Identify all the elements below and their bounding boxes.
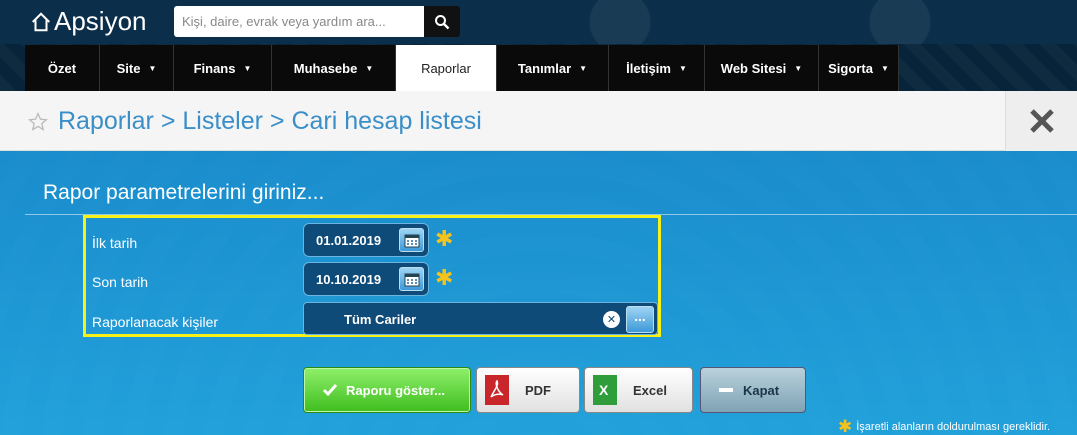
breadcrumb: Raporlar > Listeler > Cari hesap listesi [58, 107, 482, 135]
nav-label: Sigorta [828, 60, 873, 76]
required-note: ✱ İşaretli alanların doldurulması gerekl… [838, 417, 1050, 435]
nav-item-muhasebe[interactable]: Muhasebe ▼ [272, 45, 396, 91]
persons-label: Raporlanacak kişiler [92, 314, 219, 330]
start-date-value: 01.01.2019 [316, 232, 382, 248]
section-title: Rapor parametrelerini giriniz... [43, 181, 325, 204]
start-date-calendar-button[interactable] [399, 228, 424, 252]
end-date-label: Son tarih [92, 274, 149, 290]
calendar-icon [404, 234, 419, 247]
required-star-icon: ✱ [435, 265, 454, 290]
required-star-icon: ✱ [838, 417, 853, 435]
search-button[interactable] [424, 6, 460, 37]
nav-item-raporlar[interactable]: Raporlar [396, 45, 497, 91]
caret-down-icon: ▼ [579, 63, 588, 73]
caret-down-icon: ▼ [794, 63, 803, 73]
report-panel: Rapor parametrelerini giriniz... İlk tar… [0, 151, 1077, 435]
top-bar: Apsiyon [0, 0, 1077, 44]
show-report-label: Raporu göster... [346, 382, 445, 398]
excel-button[interactable]: X Excel [584, 367, 693, 413]
excel-label: Excel [633, 382, 667, 398]
svg-text:X: X [599, 382, 609, 398]
nav-label: Web Sitesi [720, 60, 787, 76]
pdf-label: PDF [525, 382, 551, 398]
parameter-box: İlk tarih 01.01.2019 ✱ Son tarih 10.10.2… [83, 215, 661, 337]
nav-label: Özet [47, 60, 77, 76]
nav-label: Muhasebe [293, 60, 358, 76]
required-star-icon: ✱ [435, 226, 454, 251]
close-icon [1029, 109, 1054, 133]
nav-label: Site [116, 60, 141, 76]
home-icon [32, 11, 50, 31]
app-logo[interactable]: Apsiyon [30, 6, 147, 37]
excel-icon: X [593, 375, 617, 405]
persons-value: Tüm Cariler [344, 312, 417, 327]
nav-item-web-sitesi[interactable]: Web Sitesi ▼ [705, 45, 819, 91]
nav-label: Finans [193, 60, 236, 76]
caret-down-icon: ▼ [243, 63, 252, 73]
clear-icon[interactable]: ✕ [603, 311, 620, 328]
end-date-field[interactable]: 10.10.2019 [303, 262, 429, 296]
star-icon[interactable] [28, 112, 48, 132]
search-input[interactable] [174, 6, 424, 37]
start-date-label: İlk tarih [92, 235, 138, 251]
close-label: Kapat [743, 382, 780, 398]
nav-item-iletisim[interactable]: İletişim ▼ [609, 45, 705, 91]
app-name: Apsiyon [54, 6, 147, 36]
calendar-icon [404, 273, 419, 286]
browse-button[interactable]: ... [626, 306, 654, 333]
caret-down-icon: ▼ [678, 63, 687, 73]
nav-label: İletişim [626, 60, 671, 76]
minus-icon [719, 388, 733, 392]
persons-field[interactable]: Tüm Cariler ✕ ... [303, 302, 658, 335]
close-page-button[interactable] [1005, 91, 1077, 151]
close-button[interactable]: Kapat [700, 367, 806, 413]
caret-down-icon: ▼ [365, 63, 374, 73]
caret-down-icon: ▼ [880, 63, 889, 73]
nav-label: Raporlar [421, 60, 471, 76]
pdf-icon [485, 375, 509, 405]
nav-item-site[interactable]: Site ▼ [100, 45, 174, 91]
show-report-button[interactable]: Raporu göster... [303, 367, 471, 413]
main-nav: Özet Site ▼ Finans ▼ Muhasebe ▼ Raporlar Ta… [0, 44, 1077, 91]
nav-item-ozet[interactable]: Özet [25, 45, 100, 91]
required-note-text: İşaretli alanların doldurulması gereklid… [856, 421, 1051, 433]
nav-items: Özet Site ▼ Finans ▼ Muhasebe ▼ Raporlar Ta… [25, 45, 899, 91]
nav-item-tanimlar[interactable]: Tanımlar ▼ [497, 45, 609, 91]
start-date-field[interactable]: 01.01.2019 [303, 223, 429, 257]
nav-label: Tanımlar [517, 60, 572, 76]
nav-item-finans[interactable]: Finans ▼ [174, 45, 272, 91]
end-date-calendar-button[interactable] [399, 267, 424, 291]
search-icon [435, 14, 450, 29]
nav-item-sigorta[interactable]: Sigorta ▼ [819, 45, 899, 91]
pdf-button[interactable]: PDF [476, 367, 580, 413]
check-icon [322, 384, 338, 397]
end-date-value: 10.10.2019 [316, 271, 382, 287]
caret-down-icon: ▼ [148, 63, 157, 73]
page-header: Raporlar > Listeler > Cari hesap listesi [0, 91, 1077, 151]
